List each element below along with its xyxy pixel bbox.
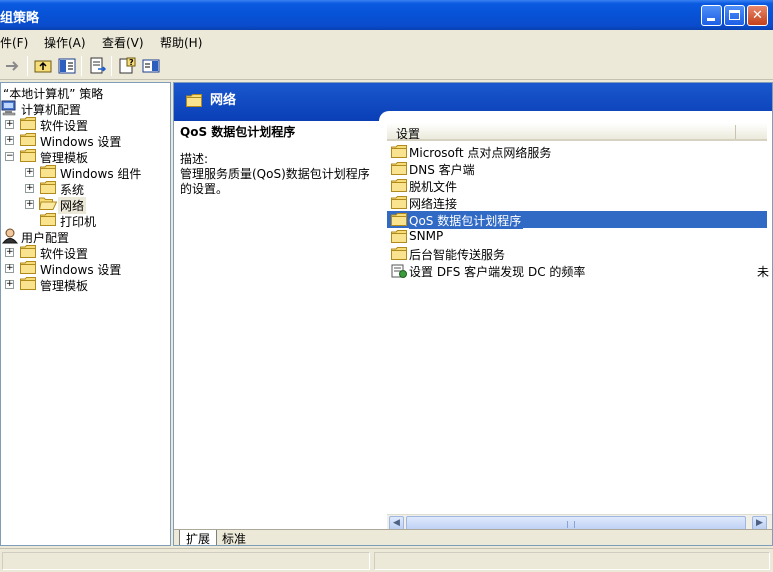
forward-button[interactable] <box>2 55 24 77</box>
console-tree: “本地计算机” 策略 计算机配置 + 软件设置 + Windows 设置 − 管… <box>0 82 171 546</box>
expand-icon[interactable]: + <box>5 120 14 129</box>
details-pane: 网络 QoS 数据包计划程序 描述: 管理服务质量(QoS)数据包计划程序的设置… <box>173 82 773 546</box>
tree-user-windows-settings[interactable]: + Windows 设置 <box>1 260 170 277</box>
window-title: 组策略 <box>0 11 40 26</box>
description-text: 管理服务质量(QoS)数据包计划程序的设置。 <box>180 167 370 196</box>
open-folder-icon <box>39 197 57 210</box>
menu-help[interactable]: 帮助(H) <box>160 34 202 51</box>
policy-setting-icon <box>391 264 407 278</box>
export-list-icon <box>90 57 107 74</box>
title-bar: 组策略 ✕ <box>0 0 773 30</box>
collapse-icon[interactable]: − <box>5 152 14 161</box>
setting-state: 未 <box>757 265 770 279</box>
help-icon: ? <box>119 57 136 74</box>
folder-icon <box>186 94 202 107</box>
expand-icon[interactable]: + <box>5 136 14 145</box>
folder-icon <box>20 261 36 274</box>
description-label: 描述: <box>180 152 209 166</box>
folder-icon <box>20 149 36 162</box>
tree-user-admin-templates[interactable]: + 管理模板 <box>1 276 170 293</box>
tree-windows-components[interactable]: + Windows 组件 <box>1 164 170 181</box>
console-tree-icon <box>58 58 76 74</box>
folder-icon <box>391 213 407 226</box>
view-tabs: 扩展 标准 <box>174 529 772 545</box>
tree-user-software-settings[interactable]: + 软件设置 <box>1 244 170 261</box>
show-hide-tree-button[interactable] <box>56 55 78 77</box>
folder-icon <box>391 179 407 192</box>
list-item[interactable]: 脱机文件 <box>387 177 767 194</box>
tree-computer-config[interactable]: 计算机配置 <box>1 100 170 117</box>
tree-system[interactable]: + 系统 <box>1 180 170 197</box>
close-button[interactable]: ✕ <box>747 5 768 26</box>
expand-icon[interactable]: + <box>25 184 34 193</box>
minimize-button[interactable] <box>701 5 722 26</box>
user-icon <box>1 228 19 244</box>
list-item[interactable]: DNS 客户端 <box>387 160 767 177</box>
description-title: QoS 数据包计划程序 <box>180 125 296 139</box>
folder-icon <box>20 133 36 146</box>
expand-icon[interactable]: + <box>25 200 34 209</box>
column-header-settings[interactable]: 设置 <box>387 123 767 141</box>
folder-icon <box>391 162 407 175</box>
folder-icon <box>20 117 36 130</box>
menu-bar: 件(F) 操作(A) 查看(V) 帮助(H) <box>0 30 773 52</box>
toolbar-separator <box>27 56 28 76</box>
tree-network[interactable]: + 网络 <box>1 196 170 214</box>
maximize-icon <box>729 10 740 20</box>
settings-list: 设置 Microsoft 点对点网络服务 DNS 客户端 脱机文件 网络连接 Q… <box>387 121 772 521</box>
export-list-button[interactable] <box>86 55 108 77</box>
menu-action[interactable]: 操作(A) <box>44 34 86 51</box>
forward-arrow-icon <box>6 61 19 71</box>
scroll-grip-icon <box>567 521 575 528</box>
tab-extended[interactable]: 扩展 <box>179 530 218 545</box>
expand-icon[interactable]: + <box>5 248 14 257</box>
tree-admin-templates[interactable]: − 管理模板 <box>1 148 170 165</box>
tab-standard[interactable]: 标准 <box>216 530 252 545</box>
description-panel: QoS 数据包计划程序 描述: 管理服务质量(QoS)数据包计划程序的设置。 <box>180 125 380 197</box>
computer-icon <box>1 100 16 116</box>
status-pane-main <box>2 552 370 570</box>
expand-icon[interactable]: + <box>5 264 14 273</box>
folder-icon <box>391 230 407 243</box>
list-item-selected[interactable]: QoS 数据包计划程序 <box>387 211 767 229</box>
folder-icon <box>391 196 407 209</box>
status-pane-secondary <box>374 552 770 570</box>
show-hide-action-pane-button[interactable] <box>140 55 162 77</box>
folder-icon <box>40 181 56 194</box>
help-button[interactable]: ? <box>116 55 138 77</box>
folder-icon <box>20 277 36 290</box>
list-item[interactable]: SNMP <box>387 228 767 245</box>
up-folder-icon <box>34 60 52 73</box>
svg-text:?: ? <box>129 58 134 67</box>
details-header-title: 网络 <box>210 93 237 108</box>
menu-file[interactable]: 件(F) <box>0 34 28 51</box>
minimize-icon <box>707 18 715 21</box>
expand-icon[interactable]: + <box>25 168 34 177</box>
list-item[interactable]: 后台智能传送服务 <box>387 245 767 262</box>
close-icon: ✕ <box>752 8 763 23</box>
maximize-button[interactable] <box>724 5 745 26</box>
list-item[interactable]: 设置 DFS 客户端发现 DC 的频率 未 <box>387 262 770 279</box>
tree-user-config[interactable]: 用户配置 <box>1 228 170 245</box>
up-level-button[interactable] <box>32 55 54 77</box>
toolbar: ? <box>0 52 773 80</box>
tree-windows-settings[interactable]: + Windows 设置 <box>1 132 170 149</box>
folder-icon <box>40 165 56 178</box>
action-pane-icon <box>142 59 160 73</box>
menu-view[interactable]: 查看(V) <box>102 34 144 51</box>
list-item[interactable]: 网络连接 <box>387 194 767 211</box>
folder-icon <box>40 213 56 226</box>
folder-icon <box>391 145 407 158</box>
expand-icon[interactable]: + <box>5 280 14 289</box>
toolbar-separator <box>81 56 82 76</box>
tree-printers[interactable]: 打印机 <box>1 212 170 229</box>
folder-icon <box>20 245 36 258</box>
column-divider[interactable] <box>735 125 736 139</box>
tree-software-settings[interactable]: + 软件设置 <box>1 116 170 133</box>
status-bar <box>0 548 773 572</box>
list-item[interactable]: Microsoft 点对点网络服务 <box>387 143 767 160</box>
toolbar-separator <box>111 56 112 76</box>
folder-icon <box>391 247 407 260</box>
